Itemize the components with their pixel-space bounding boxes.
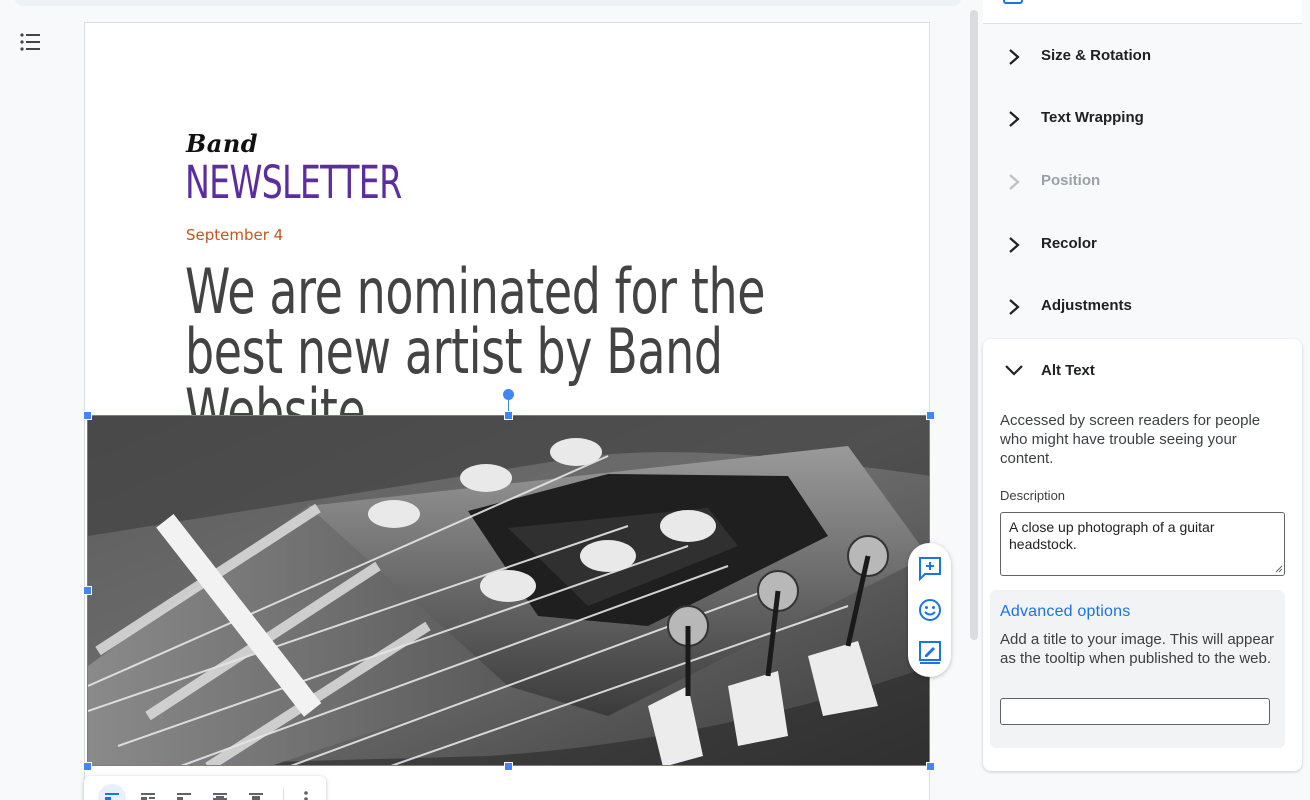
resize-handle-bottom[interactable] — [504, 762, 513, 771]
resize-grip-icon[interactable] — [1275, 565, 1283, 573]
top-toolbar-edge — [14, 0, 962, 6]
description-field[interactable]: A close up photograph of a guitar headst… — [1000, 512, 1285, 576]
resize-handle-bottom-right[interactable] — [926, 762, 935, 771]
break-text-icon[interactable] — [170, 784, 198, 800]
brand-small-title: Band — [186, 129, 259, 158]
chevron-right-icon — [1009, 111, 1020, 127]
brand-large-title: NEWSLETTER — [185, 156, 402, 209]
alt-text-header[interactable]: Alt Text — [983, 339, 1302, 401]
section-label: Size & Rotation — [1041, 47, 1152, 64]
floating-action-bar — [908, 543, 951, 677]
resize-handle-left[interactable] — [83, 586, 92, 595]
image-options-toolbar — [84, 776, 326, 800]
toolbar-divider — [283, 788, 284, 800]
rotation-handle[interactable] — [503, 389, 514, 400]
section-size-rotation[interactable]: Size & Rotation — [983, 26, 1302, 88]
in-front-of-text-icon[interactable] — [242, 784, 270, 800]
advanced-options-text: Add a title to your image. This will app… — [1000, 631, 1275, 667]
chevron-down-icon — [1005, 365, 1023, 376]
description-label: Description — [1000, 488, 1066, 503]
alt-text-explanation: Accessed by screen readers for people wh… — [1000, 412, 1261, 467]
alt-text-section: Alt Text Accessed by screen readers for … — [983, 339, 1302, 771]
chevron-right-icon — [1009, 49, 1020, 65]
more-options-icon[interactable] — [292, 784, 320, 800]
section-adjustments[interactable]: Adjustments — [983, 276, 1302, 338]
emoji-reaction-icon[interactable] — [917, 597, 943, 623]
section-text-wrapping[interactable]: Text Wrapping — [983, 88, 1302, 150]
resize-handle-top[interactable] — [504, 411, 513, 420]
chevron-right-icon — [1009, 237, 1020, 253]
image-title-input[interactable] — [1000, 698, 1270, 725]
list-outline-icon[interactable] — [18, 30, 44, 54]
chevron-right-icon — [1009, 299, 1020, 315]
suggest-edits-icon[interactable] — [917, 639, 943, 665]
scrollbar-thumb[interactable] — [970, 10, 978, 640]
section-label: Text Wrapping — [1041, 109, 1144, 126]
guitar-headstock-photo[interactable] — [87, 415, 930, 766]
image-options-panel: Size & Rotation Text Wrapping Position R… — [983, 0, 1302, 800]
alt-text-heading: Alt Text — [1041, 362, 1095, 379]
add-comment-icon[interactable] — [917, 555, 943, 582]
chevron-right-icon — [1009, 174, 1020, 190]
resize-handle-top-left[interactable] — [83, 411, 92, 420]
section-label: Adjustments — [1041, 297, 1132, 314]
resize-handle-bottom-left[interactable] — [83, 762, 92, 771]
wrap-text-icon[interactable] — [134, 784, 162, 800]
panel-header — [983, 0, 1302, 24]
section-position: Position — [983, 151, 1302, 213]
section-recolor[interactable]: Recolor — [983, 214, 1302, 276]
behind-text-icon[interactable] — [206, 784, 234, 800]
wrap-inline-icon[interactable] — [98, 784, 126, 800]
advanced-options-link[interactable]: Advanced options — [1000, 603, 1130, 621]
newsletter-date: September 4 — [186, 226, 284, 244]
image-options-icon — [1003, 0, 1023, 4]
section-label: Recolor — [1041, 235, 1097, 252]
resize-handle-top-right[interactable] — [926, 411, 935, 420]
advanced-options-box: Advanced options Add a title to your ima… — [990, 590, 1285, 748]
section-label: Position — [1041, 172, 1101, 189]
